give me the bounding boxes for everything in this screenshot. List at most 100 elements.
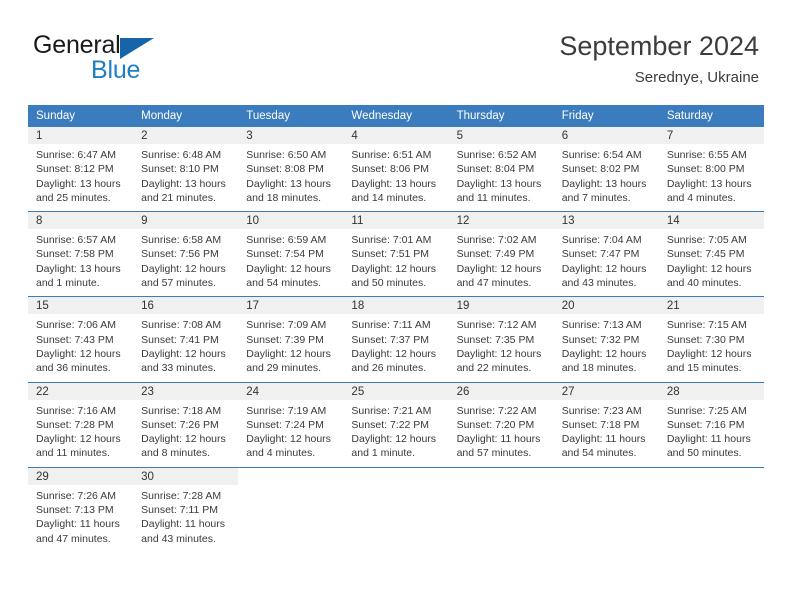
- calendar-day-cell[interactable]: 16 Sunrise: 7:08 AM Sunset: 7:41 PM Dayligh…: [133, 296, 239, 383]
- daylight-text: Daylight: 12 hours and 11 minutes.: [36, 433, 121, 460]
- calendar-day-cell[interactable]: 14 Sunrise: 7:05 AM Sunset: 7:45 PM Dayligh…: [658, 211, 764, 297]
- daylight-text: Daylight: 13 hours and 14 minutes.: [351, 177, 437, 204]
- day-details: Sunrise: 7:23 AM Sunset: 7:18 PM Daylight:…: [554, 400, 659, 467]
- sunset-text: Sunset: 7:30 PM: [666, 333, 745, 346]
- sunset-text: Sunset: 8:02 PM: [561, 163, 640, 176]
- calendar-day-cell[interactable]: 27 Sunrise: 7:23 AM Sunset: 7:18 PM Dayligh…: [553, 381, 659, 468]
- weekday-header-monday: Monday: [133, 105, 239, 127]
- day-details: Sunrise: 7:01 AM Sunset: 7:51 PM Daylight:…: [343, 229, 448, 296]
- calendar-day-cell[interactable]: 26 Sunrise: 7:22 AM Sunset: 7:20 PM Dayligh…: [448, 381, 554, 468]
- calendar-week-row: 22 Sunrise: 7:16 AM Sunset: 7:28 PM Dayligh…: [28, 381, 764, 468]
- day-number: [449, 468, 554, 485]
- daylight-text: Daylight: 13 hours and 25 minutes.: [36, 177, 121, 204]
- daylight-text: Daylight: 12 hours and 18 minutes.: [561, 347, 647, 375]
- calendar-day-cell[interactable]: 2 Sunrise: 6:48 AM Sunset: 8:10 PM Daylight…: [133, 127, 239, 212]
- calendar-day-cell[interactable]: 29 Sunrise: 7:26 AM Sunset: 7:13 PM Dayligh…: [28, 466, 134, 552]
- day-number: [238, 468, 343, 485]
- sunrise-text: Sunrise: 7:09 AM: [246, 319, 327, 332]
- day-details: Sunrise: 7:13 AM Sunset: 7:32 PM Daylight:…: [554, 314, 659, 381]
- calendar-day-cell[interactable]: 20 Sunrise: 7:13 AM Sunset: 7:32 PM Dayligh…: [553, 296, 659, 383]
- day-number: 28: [658, 382, 764, 400]
- sunset-text: Sunset: 7:43 PM: [36, 333, 114, 346]
- sunrise-text: Sunrise: 7:05 AM: [666, 234, 747, 247]
- day-number: 6: [553, 127, 659, 144]
- calendar-day-cell[interactable]: 8 Sunrise: 6:57 AM Sunset: 7:58 PM Daylight…: [28, 211, 134, 297]
- weekday-header-thursday: Thursday: [448, 105, 554, 127]
- calendar-day-cell[interactable]: 1 Sunrise: 6:47 AM Sunset: 8:12 PM Daylight…: [28, 127, 134, 212]
- sunset-text: Sunset: 7:18 PM: [561, 418, 640, 431]
- day-details: Sunrise: 7:06 AM Sunset: 7:43 PM Daylight:…: [28, 314, 133, 381]
- calendar-week-row: 1 Sunrise: 6:47 AM Sunset: 8:12 PM Daylight…: [28, 127, 764, 212]
- daylight-text: Daylight: 12 hours and 29 minutes.: [246, 347, 331, 375]
- calendar-day-cell[interactable]: 3 Sunrise: 6:50 AM Sunset: 8:08 PM Daylight…: [238, 127, 344, 212]
- sunrise-text: Sunrise: 6:54 AM: [561, 149, 642, 161]
- calendar-day-cell[interactable]: 18 Sunrise: 7:11 AM Sunset: 7:37 PM Dayligh…: [343, 296, 449, 383]
- calendar-day-cell[interactable]: 6 Sunrise: 6:54 AM Sunset: 8:02 PM Daylight…: [553, 127, 659, 212]
- day-number: [554, 468, 659, 485]
- calendar-page: General Blue September 2024 Serednye, Uk…: [0, 0, 792, 612]
- sunset-text: Sunset: 7:49 PM: [456, 248, 535, 261]
- day-number: 9: [133, 212, 239, 230]
- sunset-text: Sunset: 7:41 PM: [141, 333, 219, 346]
- day-details: Sunrise: 7:08 AM Sunset: 7:41 PM Daylight:…: [133, 314, 238, 381]
- sunset-text: Sunset: 7:24 PM: [246, 418, 324, 431]
- calendar-day-cell[interactable]: 24 Sunrise: 7:19 AM Sunset: 7:24 PM Dayligh…: [238, 381, 344, 468]
- general-blue-logo[interactable]: General Blue: [33, 33, 243, 85]
- daylight-text: Daylight: 11 hours and 50 minutes.: [666, 433, 751, 460]
- title-block: September 2024 Serednye, Ukraine: [559, 30, 759, 87]
- sunset-text: Sunset: 7:47 PM: [561, 248, 640, 261]
- day-number: 5: [448, 127, 554, 144]
- day-details: Sunrise: 7:15 AM Sunset: 7:30 PM Daylight:…: [659, 314, 764, 381]
- daylight-text: Daylight: 12 hours and 26 minutes.: [351, 347, 437, 375]
- calendar-day-cell[interactable]: 10 Sunrise: 6:59 AM Sunset: 7:54 PM Dayligh…: [238, 211, 344, 297]
- day-number: 30: [133, 467, 239, 485]
- calendar-day-cell[interactable]: 5 Sunrise: 6:52 AM Sunset: 8:04 PM Daylight…: [448, 127, 554, 212]
- daylight-text: Daylight: 12 hours and 50 minutes.: [351, 262, 437, 290]
- sunset-text: Sunset: 7:28 PM: [36, 418, 114, 431]
- day-details: Sunrise: 6:51 AM Sunset: 8:06 PM Daylight:…: [343, 144, 448, 211]
- calendar-day-cell[interactable]: 15 Sunrise: 7:06 AM Sunset: 7:43 PM Dayligh…: [28, 296, 134, 383]
- calendar-day-cell[interactable]: 21 Sunrise: 7:15 AM Sunset: 7:30 PM Dayligh…: [658, 296, 764, 383]
- daylight-text: Daylight: 12 hours and 1 minute.: [351, 433, 437, 460]
- daylight-text: Daylight: 12 hours and 57 minutes.: [141, 262, 226, 290]
- calendar-day-cell-empty: [448, 466, 554, 552]
- calendar-day-cell[interactable]: 19 Sunrise: 7:12 AM Sunset: 7:35 PM Dayligh…: [448, 296, 554, 383]
- sunrise-text: Sunrise: 7:06 AM: [36, 319, 116, 332]
- day-number: 25: [343, 382, 449, 400]
- calendar-day-cell[interactable]: 23 Sunrise: 7:18 AM Sunset: 7:26 PM Dayligh…: [133, 381, 239, 468]
- daylight-text: Daylight: 12 hours and 15 minutes.: [666, 347, 752, 375]
- calendar-day-cell[interactable]: 30 Sunrise: 7:28 AM Sunset: 7:11 PM Dayligh…: [133, 466, 239, 552]
- daylight-text: Daylight: 12 hours and 4 minutes.: [246, 433, 331, 460]
- calendar-day-cell-empty: [343, 466, 449, 552]
- calendar-day-cell[interactable]: 22 Sunrise: 7:16 AM Sunset: 7:28 PM Dayligh…: [28, 381, 134, 468]
- day-details: Sunrise: 6:57 AM Sunset: 7:58 PM Daylight:…: [28, 229, 133, 296]
- calendar-day-cell[interactable]: 11 Sunrise: 7:01 AM Sunset: 7:51 PM Dayligh…: [343, 211, 449, 297]
- sunrise-text: Sunrise: 7:22 AM: [456, 404, 537, 417]
- calendar-day-cell[interactable]: 28 Sunrise: 7:25 AM Sunset: 7:16 PM Dayligh…: [658, 381, 764, 468]
- calendar-day-cell[interactable]: 7 Sunrise: 6:55 AM Sunset: 8:00 PM Daylight…: [658, 127, 764, 212]
- day-number: 4: [343, 127, 449, 144]
- sunrise-text: Sunrise: 6:52 AM: [456, 149, 537, 161]
- sunrise-text: Sunrise: 7:28 AM: [141, 489, 222, 502]
- calendar-day-cell[interactable]: 25 Sunrise: 7:21 AM Sunset: 7:22 PM Dayligh…: [343, 381, 449, 468]
- sunrise-text: Sunrise: 7:16 AM: [36, 404, 116, 417]
- weekday-header-sunday: Sunday: [28, 105, 134, 127]
- day-details: Sunrise: 6:50 AM Sunset: 8:08 PM Daylight:…: [238, 144, 343, 211]
- weekday-header-friday: Friday: [553, 105, 659, 127]
- day-number: [659, 468, 764, 485]
- sunrise-text: Sunrise: 7:12 AM: [456, 319, 537, 332]
- calendar-day-cell[interactable]: 13 Sunrise: 7:04 AM Sunset: 7:47 PM Dayligh…: [553, 211, 659, 297]
- calendar-day-cell[interactable]: 4 Sunrise: 6:51 AM Sunset: 8:06 PM Daylight…: [343, 127, 449, 212]
- page-title: September 2024: [559, 31, 759, 61]
- sunset-text: Sunset: 8:00 PM: [666, 163, 745, 176]
- calendar-day-cell-empty: [238, 466, 344, 552]
- day-number: 23: [133, 382, 239, 400]
- day-number: 16: [133, 297, 239, 315]
- calendar-day-cell[interactable]: 17 Sunrise: 7:09 AM Sunset: 7:39 PM Dayligh…: [238, 296, 344, 383]
- calendar-day-cell[interactable]: 12 Sunrise: 7:02 AM Sunset: 7:49 PM Dayligh…: [448, 211, 554, 297]
- daylight-text: Daylight: 12 hours and 47 minutes.: [456, 262, 542, 290]
- sunrise-text: Sunrise: 7:04 AM: [561, 234, 642, 247]
- sunrise-text: Sunrise: 6:48 AM: [141, 149, 222, 161]
- calendar-day-cell[interactable]: 9 Sunrise: 6:58 AM Sunset: 7:56 PM Daylight…: [133, 211, 239, 297]
- calendar-table: Sunday Monday Tuesday Wednesday Thursday…: [28, 105, 764, 552]
